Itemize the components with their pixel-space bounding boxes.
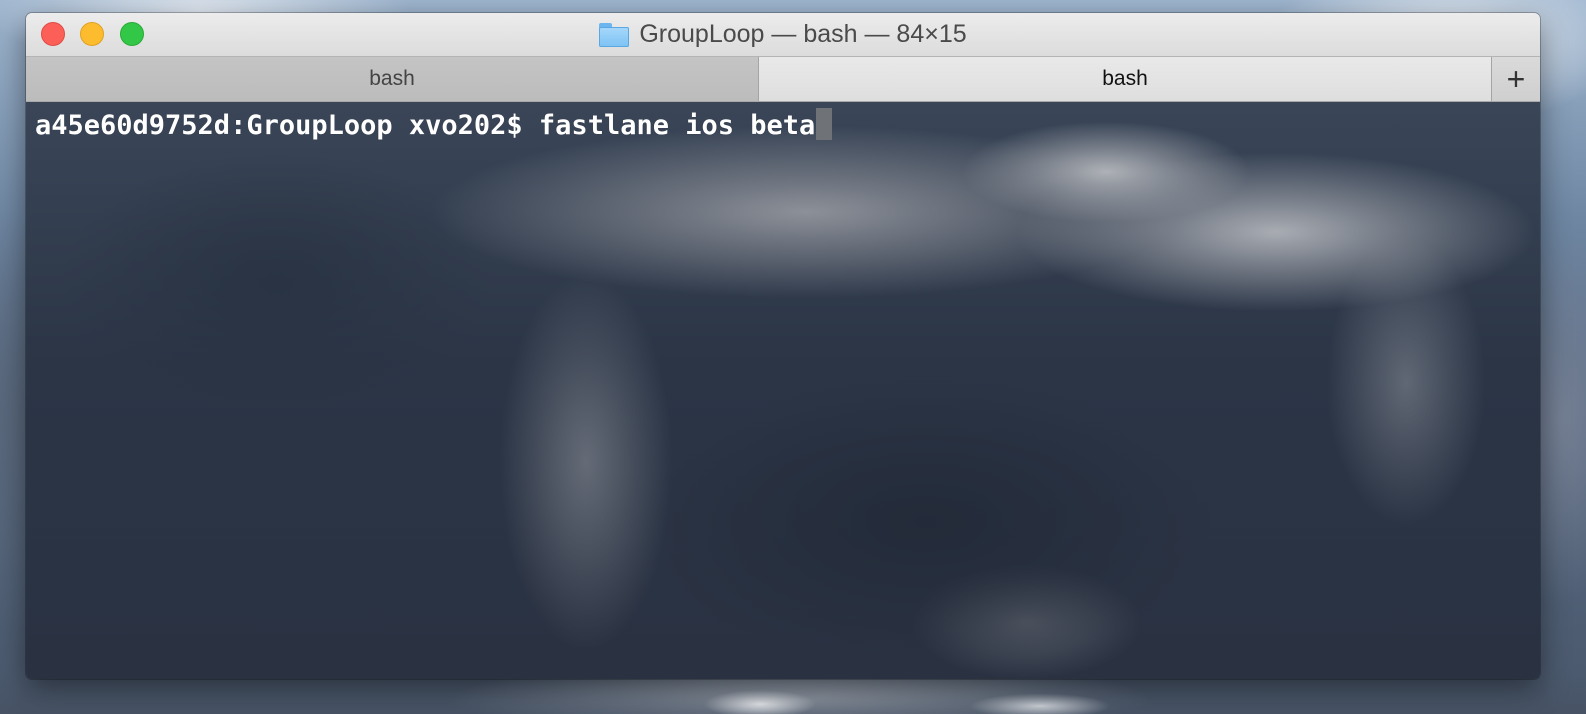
- tab-label: bash: [369, 67, 415, 90]
- window-title-text: GroupLoop — bash — 84×15: [639, 20, 967, 48]
- text-cursor: [816, 108, 833, 140]
- tab-label: bash: [1102, 67, 1148, 90]
- terminal-content[interactable]: a45e60d9752d:GroupLoop xvo202$ fastlane …: [26, 102, 1540, 679]
- command-line: a45e60d9752d:GroupLoop xvo202$ fastlane …: [35, 108, 833, 143]
- tab-bash-2[interactable]: bash: [759, 57, 1492, 101]
- window-title: GroupLoop — bash — 84×15: [26, 13, 1540, 56]
- new-tab-button[interactable]: +: [1492, 57, 1540, 101]
- wallpaper-foreground: [0, 674, 1586, 714]
- title-bar[interactable]: GroupLoop — bash — 84×15: [26, 13, 1540, 56]
- terminal-window: GroupLoop — bash — 84×15 bash bash + a45…: [26, 13, 1540, 679]
- plus-icon: +: [1506, 60, 1526, 97]
- folder-icon: [599, 22, 630, 47]
- tab-bash-1[interactable]: bash: [26, 57, 759, 101]
- tab-bar: bash bash +: [26, 56, 1540, 102]
- command-text: fastlane ios beta: [538, 110, 816, 141]
- shell-prompt: a45e60d9752d:GroupLoop xvo202$: [35, 110, 539, 141]
